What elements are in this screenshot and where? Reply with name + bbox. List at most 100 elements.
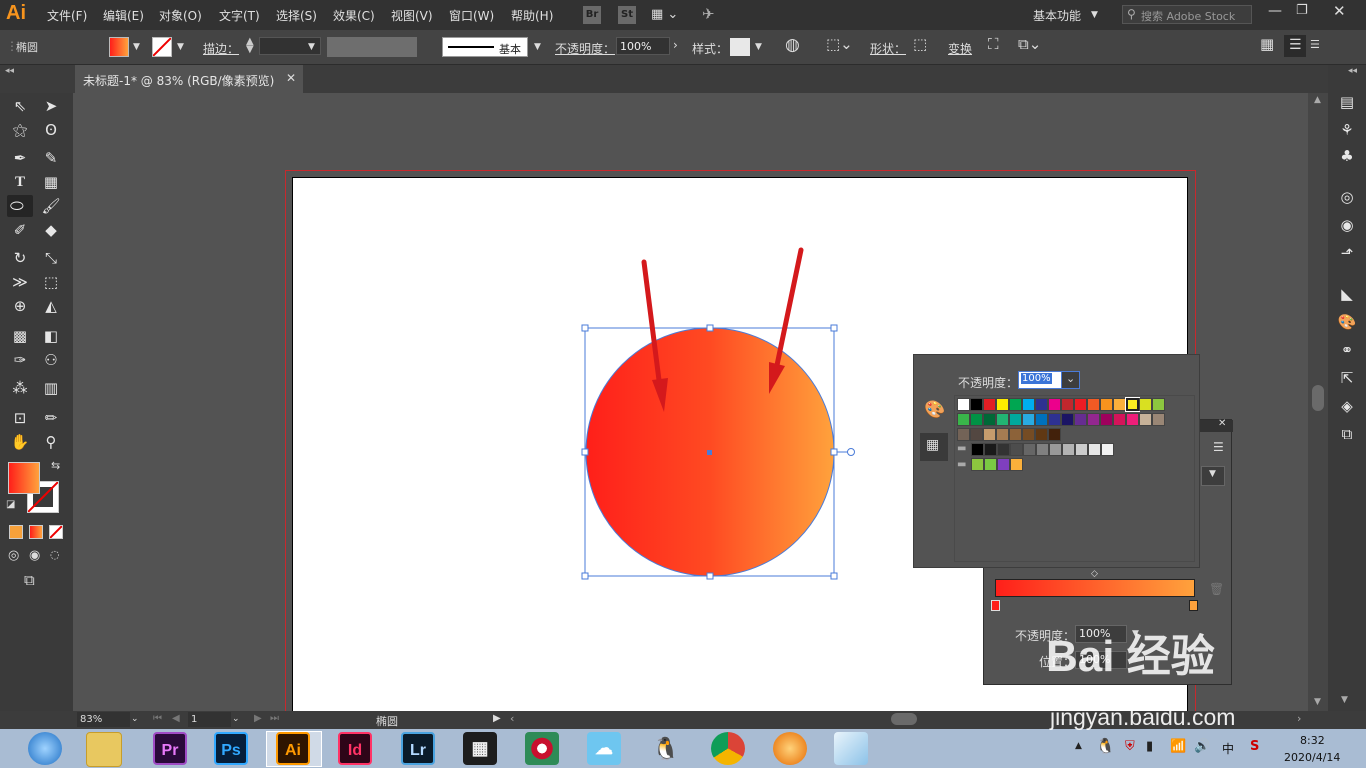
next-artboard-icon[interactable]: ▶ bbox=[254, 713, 262, 724]
color-swatch[interactable] bbox=[1022, 398, 1035, 411]
color-swatch[interactable] bbox=[1062, 443, 1075, 456]
scroll-left-icon[interactable]: ‹ bbox=[510, 712, 514, 725]
swatch-opacity-input[interactable]: 100% bbox=[1018, 371, 1062, 389]
color-swatch[interactable] bbox=[970, 413, 983, 426]
color-swatch[interactable] bbox=[997, 458, 1010, 471]
expand-dock-icon[interactable]: ◂◂ bbox=[1348, 66, 1357, 76]
color-swatch[interactable] bbox=[1113, 398, 1126, 411]
color-swatch[interactable] bbox=[971, 458, 984, 471]
opacity-dropdown[interactable]: ⌄ bbox=[1061, 371, 1080, 389]
battery-icon[interactable]: ▮ bbox=[1146, 739, 1153, 754]
layers-panel-icon[interactable]: ◈ bbox=[1337, 396, 1357, 416]
color-palette-icon[interactable]: 🎨 bbox=[924, 400, 945, 420]
midpoint-diamond-icon[interactable]: ◇ bbox=[1091, 569, 1098, 579]
color-swatch[interactable] bbox=[1061, 398, 1074, 411]
properties-panel-icon[interactable]: ▤ bbox=[1337, 92, 1357, 112]
color-swatch[interactable] bbox=[1113, 413, 1126, 426]
color-swatch[interactable] bbox=[996, 428, 1009, 441]
color-swatch[interactable] bbox=[996, 398, 1009, 411]
status-menu-icon[interactable]: ▶ bbox=[493, 713, 501, 724]
color-swatch[interactable] bbox=[1023, 443, 1036, 456]
swatches-view-button[interactable]: ▦ bbox=[920, 433, 948, 461]
color-swatch[interactable] bbox=[1035, 428, 1048, 441]
sogou-ime-icon[interactable]: S bbox=[1250, 739, 1259, 754]
dock-scroll-down-icon[interactable]: ▼ bbox=[1341, 695, 1348, 705]
first-artboard-icon[interactable]: ⏮ bbox=[153, 713, 162, 724]
color-swatch[interactable] bbox=[1126, 413, 1139, 426]
vertical-scrollbar[interactable]: ▲ ▼ bbox=[1308, 93, 1328, 711]
scroll-up-icon[interactable]: ▲ bbox=[1314, 95, 1321, 105]
gradient-panel-icon[interactable]: ◣ bbox=[1337, 284, 1357, 304]
color-swatch[interactable] bbox=[1152, 398, 1165, 411]
color-guide-icon[interactable]: ⚭ bbox=[1337, 340, 1357, 360]
color-swatch[interactable] bbox=[1152, 413, 1165, 426]
color-swatch[interactable] bbox=[1125, 397, 1140, 412]
color-swatch[interactable] bbox=[997, 443, 1010, 456]
photoshop-app[interactable]: Ps bbox=[214, 732, 248, 765]
color-swatch[interactable] bbox=[996, 413, 1009, 426]
color-swatch[interactable] bbox=[1061, 413, 1074, 426]
scroll-thumb[interactable] bbox=[1312, 385, 1324, 411]
media-player-icon[interactable] bbox=[525, 732, 559, 765]
color-swatch[interactable] bbox=[971, 443, 984, 456]
color-swatch[interactable] bbox=[1048, 413, 1061, 426]
close-icon[interactable]: ✕ bbox=[1218, 418, 1226, 429]
color-swatch[interactable] bbox=[970, 428, 983, 441]
color-swatch[interactable] bbox=[1100, 413, 1113, 426]
color-swatch[interactable] bbox=[957, 428, 970, 441]
tray-expand-icon[interactable]: ▲ bbox=[1075, 741, 1082, 751]
gradient-type-dropdown[interactable]: ▼ bbox=[1201, 466, 1225, 486]
color-swatch[interactable] bbox=[970, 398, 983, 411]
chat-pet-icon[interactable]: ☁ bbox=[587, 732, 621, 765]
color-swatch[interactable] bbox=[957, 398, 970, 411]
color-swatch[interactable] bbox=[1048, 428, 1061, 441]
brushes-panel-icon[interactable]: ⚘ bbox=[1337, 120, 1357, 140]
volume-icon[interactable]: 🔊 bbox=[1194, 739, 1210, 754]
premiere-app[interactable]: Pr bbox=[153, 732, 187, 765]
ime-indicator[interactable]: 中 bbox=[1222, 740, 1234, 757]
gradient-stop-start[interactable] bbox=[991, 600, 1000, 611]
clock-date[interactable]: 2020/4/14 bbox=[1284, 751, 1340, 764]
video-editor-icon[interactable]: ▦ bbox=[463, 732, 497, 765]
color-swatch[interactable] bbox=[1087, 398, 1100, 411]
artboards-panel-icon[interactable]: ⧉ bbox=[1337, 424, 1357, 444]
live-corner-widget[interactable] bbox=[847, 448, 855, 456]
delete-stop-icon[interactable]: 🗑 bbox=[1209, 582, 1224, 596]
color-swatch[interactable] bbox=[984, 443, 997, 456]
color-swatch[interactable] bbox=[1009, 398, 1022, 411]
asset-export-icon[interactable]: ⇱ bbox=[1337, 368, 1357, 388]
creative-cloud-libraries-icon[interactable]: ◎ bbox=[1337, 187, 1357, 207]
color-swatch[interactable] bbox=[1139, 413, 1152, 426]
color-swatch[interactable] bbox=[1088, 443, 1101, 456]
color-swatch[interactable] bbox=[1009, 428, 1022, 441]
color-swatch[interactable] bbox=[1075, 443, 1088, 456]
color-swatch[interactable] bbox=[1010, 443, 1023, 456]
color-swatch[interactable] bbox=[983, 428, 996, 441]
color-swatch[interactable] bbox=[1074, 398, 1087, 411]
export-asset-icon[interactable]: ⬏ bbox=[1337, 243, 1357, 263]
color-swatch[interactable] bbox=[1036, 443, 1049, 456]
security-tray-icon[interactable]: ⛨ bbox=[1125, 739, 1135, 754]
file-explorer-icon[interactable] bbox=[86, 732, 122, 767]
illustrator-app[interactable]: Ai bbox=[276, 732, 310, 765]
qq-tray-icon[interactable]: 🐧 bbox=[1096, 737, 1115, 755]
color-swatch[interactable] bbox=[1010, 458, 1023, 471]
panel-menu-icon[interactable]: ☰ bbox=[1213, 440, 1224, 454]
last-artboard-icon[interactable]: ⏭ bbox=[270, 713, 279, 724]
color-swatch[interactable] bbox=[1022, 428, 1035, 441]
scroll-right-icon[interactable]: › bbox=[1297, 712, 1301, 725]
appearance-panel-icon[interactable]: ◉ bbox=[1337, 215, 1357, 235]
color-swatch[interactable] bbox=[983, 398, 996, 411]
color-panel-icon[interactable]: 🎨 bbox=[1337, 312, 1357, 332]
color-swatch[interactable] bbox=[1022, 413, 1035, 426]
notes-icon[interactable] bbox=[834, 732, 868, 765]
gradient-stop-end[interactable] bbox=[1189, 600, 1198, 611]
network-icon[interactable]: 📶 bbox=[1170, 739, 1186, 754]
artboard-number-field[interactable]: 1 bbox=[188, 712, 231, 727]
symbols-panel-icon[interactable]: ♣ bbox=[1337, 146, 1357, 166]
previous-artboard-icon[interactable]: ◀ bbox=[172, 713, 180, 724]
zoom-level-field[interactable]: 83% bbox=[77, 712, 130, 727]
indesign-app[interactable]: Id bbox=[338, 732, 372, 765]
color-swatch[interactable] bbox=[1035, 398, 1048, 411]
color-swatch[interactable] bbox=[983, 413, 996, 426]
